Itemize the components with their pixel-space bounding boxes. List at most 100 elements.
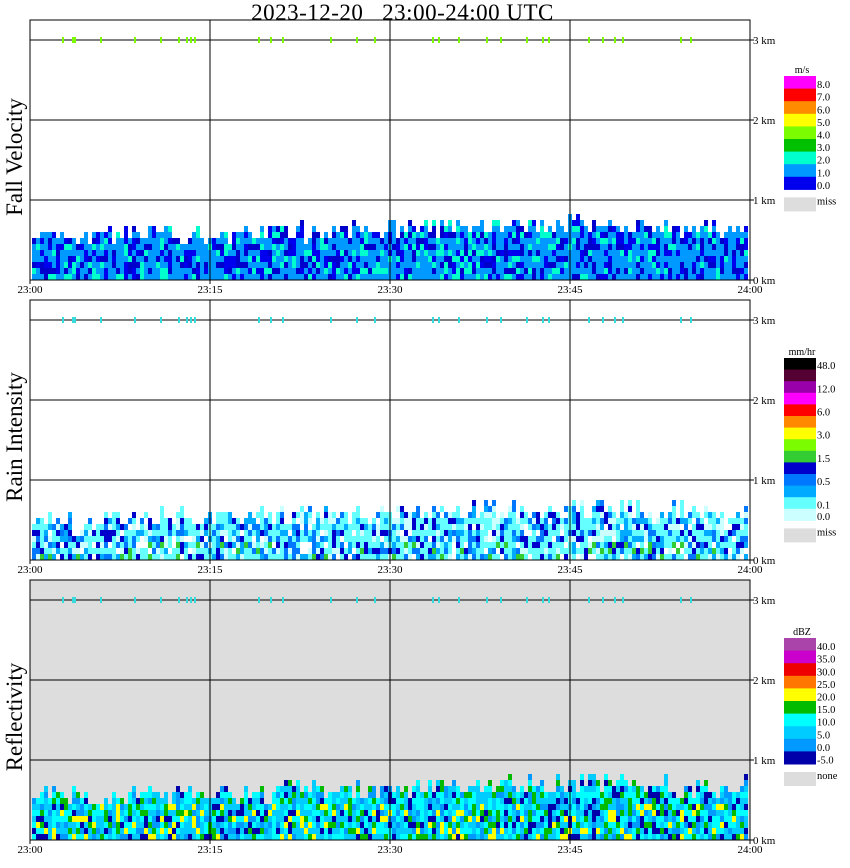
x-tick-label: 23:45 [557,284,583,296]
legend-swatch [784,404,816,417]
echo-speck [542,37,544,43]
echo-speck [680,37,682,43]
legend-miss-label: miss [817,527,836,538]
echo-speck [438,37,440,43]
echo-speck [374,37,376,43]
echo-speck [602,597,604,603]
echo-speck [614,317,616,323]
x-tick-label: 23:00 [17,564,43,576]
legend-label: 1.5 [817,454,830,465]
legend-swatch [784,126,816,140]
echo-speck [374,597,376,603]
legend-label: 7.0 [817,93,830,104]
echo-speck [134,37,136,43]
echo-speck [614,597,616,603]
legend-swatch [784,497,816,510]
legend-label: 0.0 [817,181,830,192]
legend-swatch [784,508,816,521]
x-tick-label: 23:30 [377,844,403,856]
legend-miss-label: none [817,771,838,782]
legend-label: 1.0 [817,168,830,179]
legend-swatch [784,439,816,452]
echo-speck [186,597,188,603]
echo-speck [258,597,260,603]
legend-unit: dBZ [793,627,811,638]
echo-speck [178,597,180,603]
echo-speck [178,37,180,43]
echo-speck [270,317,272,323]
echo-speck [432,37,434,43]
echo-speck [526,37,528,43]
echo-speck [548,317,550,323]
y-tick-label: 3 km [753,315,776,327]
legend-swatch [784,416,816,429]
echo-speck [500,597,502,603]
legend-label: 35.0 [817,655,835,666]
echo-speck [542,597,544,603]
profiler-chart: 23:00 23:15 23:30 23:45 24:000 km1 km2 km3 k… [17,19,838,856]
echo-speck [72,37,74,43]
y-tick-label: 3 km [753,595,776,607]
x-tick-label: 23:00 [17,844,43,856]
legend-swatch [784,450,816,463]
echo-speck [680,317,682,323]
legend-label: 0.5 [817,477,830,488]
echo-speck [588,37,590,43]
legend-label: 15.0 [817,705,835,716]
legend-swatch [784,139,816,153]
echo-speck [374,317,376,323]
echo-speck [194,317,196,323]
echo-speck [356,597,358,603]
echo-speck [486,317,488,323]
echo-speck [258,317,260,323]
echo-speck [548,37,550,43]
panel-0: 23:00 23:15 23:30 23:45 24:000 km1 km2 km3 k… [17,19,836,296]
legend-swatch [784,462,816,475]
echo-speck [270,37,272,43]
legend-swatch [784,151,816,165]
echo-speck [178,317,180,323]
legend-label: 40.0 [817,642,835,653]
echo-speck [330,37,332,43]
echo-speck [270,597,272,603]
legend-swatch [784,101,816,115]
echo-speck [100,317,102,323]
echo-speck [282,37,284,43]
legend-label: 10.0 [817,718,835,729]
echo-speck [160,317,162,323]
echo-speck [190,317,192,323]
echo-speck [622,597,624,603]
legend-label: 20.0 [817,693,835,704]
echo-speck [602,37,604,43]
legend-swatch [784,663,816,677]
legend-swatch [784,427,816,440]
legend-swatch [784,88,816,102]
legend-label: 5.0 [817,118,830,129]
legend-swatch [784,474,816,487]
echo-speck [62,37,64,43]
legend-swatch [784,738,816,752]
echo-speck [72,317,74,323]
y-tick-label: 2 km [753,395,776,407]
y-tick-label: 0 km [753,555,776,567]
legend-swatch [784,381,816,394]
x-tick-label: 23:15 [197,564,223,576]
legend-label: 48.0 [817,361,835,372]
echo-speck [190,37,192,43]
x-tick-label: 23:45 [557,564,583,576]
x-tick-label: 23:45 [557,844,583,856]
echo-speck [72,597,74,603]
legend-unit: m/s [795,65,810,76]
x-tick-label: 23:30 [377,284,403,296]
echo-speck [690,37,692,43]
y-tick-label: 0 km [753,275,776,287]
legend-label: -5.0 [817,756,834,767]
echo-speck [438,597,440,603]
echo-speck [680,597,682,603]
legend-swatch [784,701,816,715]
y-tick-label: 2 km [753,675,776,687]
legend-swatch [784,713,816,727]
panel-1: 23:00 23:15 23:30 23:45 24:000 km1 km2 km3 k… [17,299,836,576]
legend-swatch [784,369,816,382]
echo-speck [160,37,162,43]
